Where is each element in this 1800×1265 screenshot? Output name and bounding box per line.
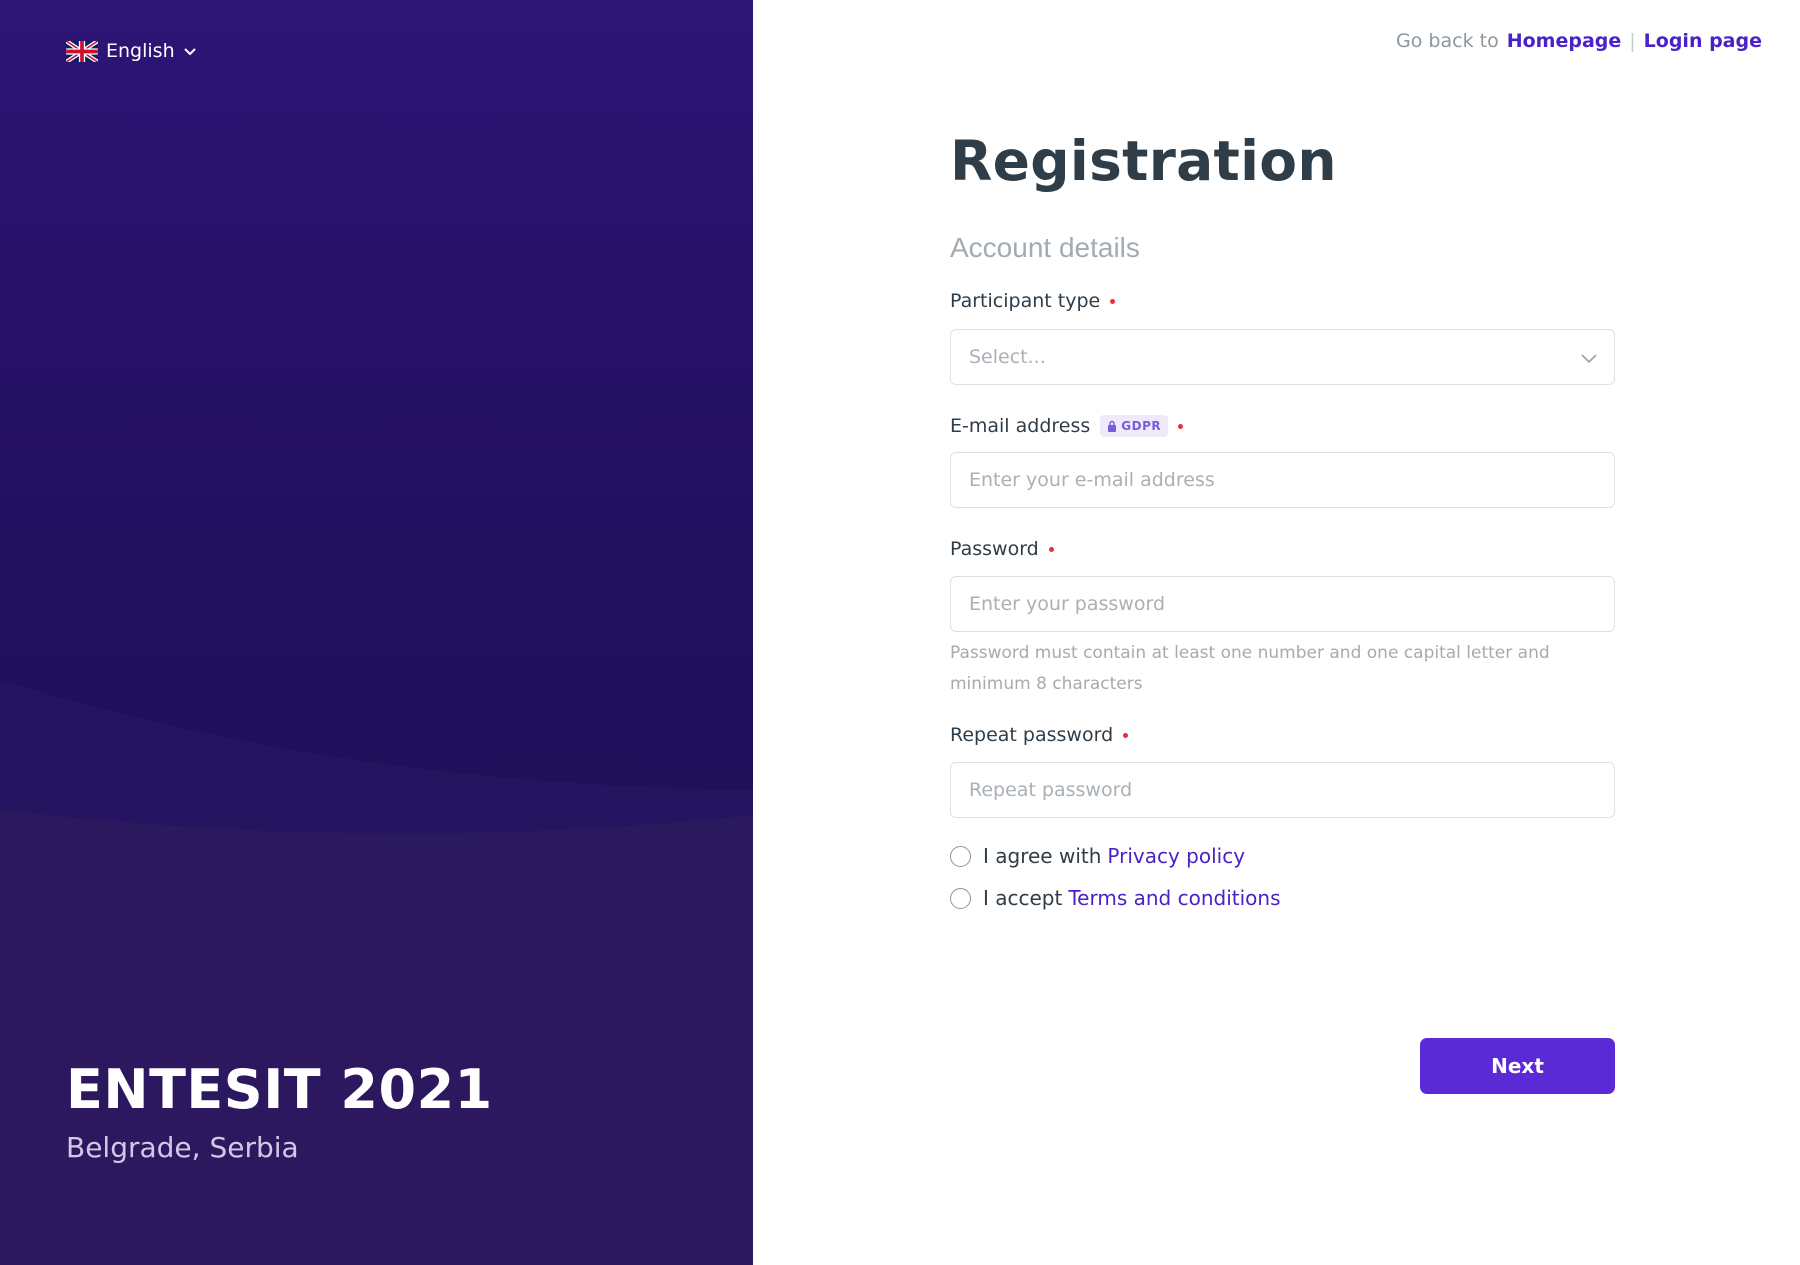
login-page-link[interactable]: Login page bbox=[1644, 30, 1762, 52]
page-title: Registration bbox=[950, 129, 1337, 193]
link-separator: | bbox=[1629, 30, 1636, 52]
repeat-password-label-text: Repeat password bbox=[950, 724, 1114, 746]
wave-decoration bbox=[0, 680, 753, 1265]
required-indicator bbox=[1178, 423, 1184, 429]
top-navigation: Go back to Homepage | Login page bbox=[1396, 30, 1762, 52]
terms-checkbox-row: I accept Terms and conditions bbox=[950, 886, 1615, 910]
participant-type-label-text: Participant type bbox=[950, 290, 1101, 312]
repeat-password-label: Repeat password bbox=[950, 724, 1615, 746]
password-label-text: Password bbox=[950, 538, 1039, 560]
email-field[interactable] bbox=[950, 452, 1615, 508]
language-label: English bbox=[106, 40, 175, 62]
event-location: Belgrade, Serbia bbox=[66, 1131, 299, 1165]
gdpr-badge: GDPR bbox=[1100, 415, 1169, 437]
password-hint: Password must contain at least one numbe… bbox=[950, 643, 1550, 694]
repeat-password-input[interactable] bbox=[969, 763, 1596, 817]
privacy-policy-checkbox[interactable] bbox=[950, 845, 971, 867]
required-indicator bbox=[1110, 298, 1116, 304]
password-input[interactable] bbox=[969, 577, 1596, 631]
participant-type-placeholder: Select... bbox=[969, 346, 1046, 368]
privacy-policy-text: I agree with bbox=[983, 844, 1102, 868]
password-label: Password bbox=[950, 538, 1615, 560]
next-button[interactable]: Next bbox=[1420, 1038, 1615, 1094]
required-indicator bbox=[1123, 732, 1129, 738]
privacy-policy-link[interactable]: Privacy policy bbox=[1107, 844, 1245, 868]
terms-text: I accept bbox=[983, 886, 1063, 910]
terms-checkbox[interactable] bbox=[950, 887, 971, 909]
email-input[interactable] bbox=[969, 453, 1596, 507]
event-title: ENTESIT 2021 bbox=[66, 1058, 493, 1121]
email-label-text: E-mail address bbox=[950, 415, 1091, 437]
section-title: Account details bbox=[950, 232, 1140, 263]
gdpr-badge-text: GDPR bbox=[1121, 419, 1162, 433]
uk-flag-icon bbox=[66, 40, 98, 62]
repeat-password-field[interactable] bbox=[950, 762, 1615, 818]
chevron-down-icon bbox=[183, 48, 196, 56]
homepage-link[interactable]: Homepage bbox=[1507, 30, 1622, 52]
email-label: E-mail address GDPR bbox=[950, 415, 1615, 437]
participant-type-select[interactable]: Select... bbox=[950, 329, 1615, 385]
terms-link[interactable]: Terms and conditions bbox=[1068, 886, 1280, 910]
password-field[interactable] bbox=[950, 576, 1615, 632]
event-brand: ENTESIT 2021 Belgrade, Serbia bbox=[66, 1058, 493, 1165]
participant-type-label: Participant type bbox=[950, 290, 1615, 312]
go-back-text: Go back to bbox=[1396, 30, 1499, 52]
event-banner-panel: English ENTESIT 2021 Belgrade, Serbia bbox=[0, 0, 753, 1265]
privacy-policy-checkbox-row: I agree with Privacy policy bbox=[950, 844, 1615, 868]
registration-form: Registration Account details Participant… bbox=[950, 125, 1615, 910]
lock-icon bbox=[1108, 420, 1117, 432]
language-selector[interactable]: English bbox=[66, 40, 197, 62]
chevron-down-icon bbox=[1581, 354, 1597, 364]
required-indicator bbox=[1048, 546, 1054, 552]
